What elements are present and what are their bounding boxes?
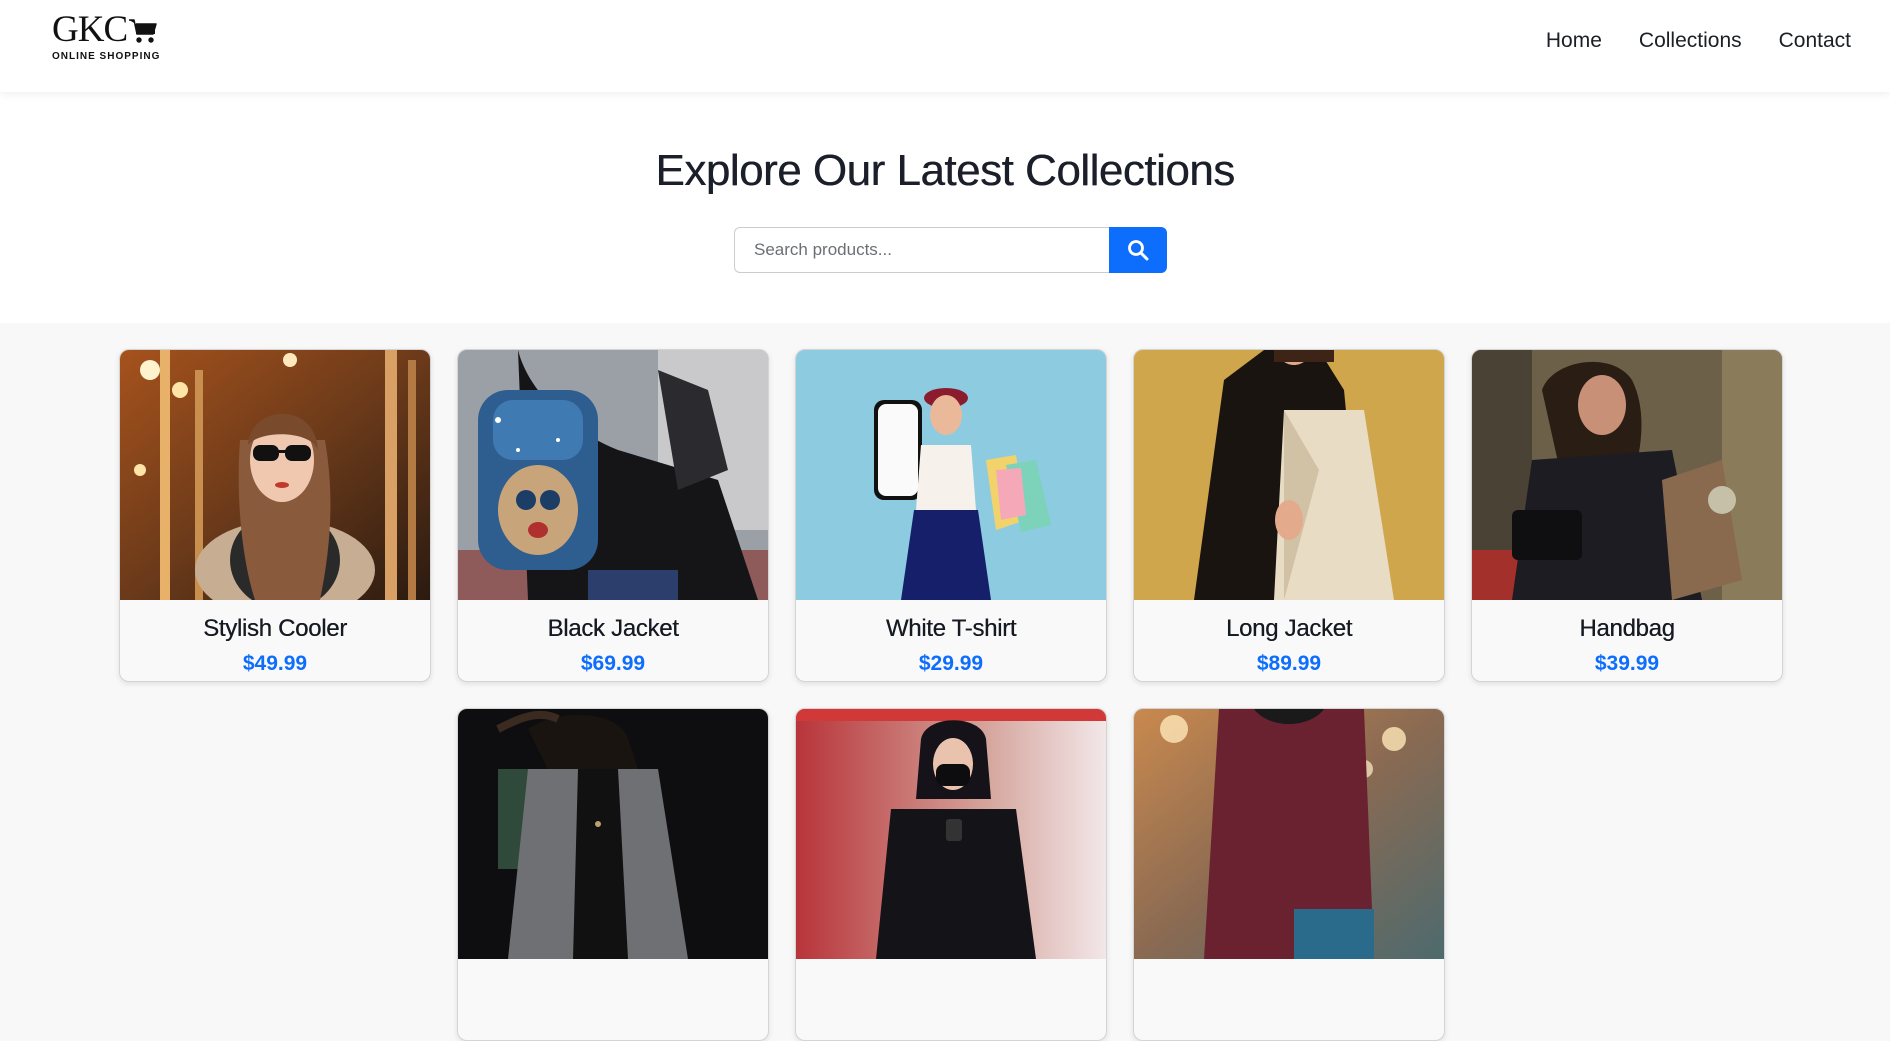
woman-maroon-sweater-photo[interactable] [1134,709,1444,959]
product-name: White T-shirt [885,615,1017,642]
hero-section: Explore Our Latest Collections [0,92,1890,323]
product-name: Handbag [1579,615,1675,642]
woman-beige-coat-photo[interactable] [1134,350,1444,600]
woman-sunglasses-carousel-photo[interactable] [120,350,430,600]
product-card[interactable] [1133,708,1445,1041]
product-price: $69.99 [580,652,646,675]
product-grid: Stylish Cooler $49.99 Black Jacket $69.9… [0,323,1890,1041]
woman-black-mask-phone-photo[interactable] [796,709,1106,959]
logo-mark: GKC [52,9,172,50]
brand-name: GKC [52,9,128,50]
woman-phone-shopping-bags-photo[interactable] [796,350,1106,600]
product-name: Stylish Cooler [203,615,347,642]
blue-sequin-backpack-leather-jacket-photo[interactable] [458,350,768,600]
search-icon [1128,240,1149,261]
product-card[interactable]: Black Jacket $69.99 [457,349,769,682]
product-price: $39.99 [1594,652,1660,675]
nav-link-home[interactable]: Home [1546,26,1602,56]
product-card[interactable]: White T-shirt $29.99 [795,349,1107,682]
product-price: $89.99 [1256,652,1322,675]
search-input[interactable] [734,227,1109,273]
product-name: Black Jacket [547,615,679,642]
nav-link-collections[interactable]: Collections [1639,26,1742,56]
product-name: Long Jacket [1225,615,1353,642]
search-bar [734,227,1167,273]
brand-tagline: ONLINE SHOPPING [52,51,161,62]
product-card[interactable] [457,708,769,1041]
product-card[interactable] [795,708,1107,1041]
product-card[interactable]: Long Jacket $89.99 [1133,349,1445,682]
shopping-cart-icon [129,19,157,43]
product-price: $29.99 [918,652,984,675]
product-card[interactable]: Handbag $39.99 [1471,349,1783,682]
woman-grey-blazer-photo[interactable] [458,709,768,959]
brand-logo[interactable]: GKC ONLINE SHOPPING [52,9,172,62]
woman-black-handbag-photo[interactable] [1472,350,1782,600]
main-nav: Home Collections Contact [1546,26,1851,56]
navbar: GKC ONLINE SHOPPING Home Collections Con… [0,0,1890,92]
page-title: Explore Our Latest Collections [655,146,1235,195]
product-card[interactable]: Stylish Cooler $49.99 [119,349,431,682]
nav-link-contact[interactable]: Contact [1779,26,1851,56]
search-button[interactable] [1109,227,1167,273]
product-price: $49.99 [242,652,308,675]
